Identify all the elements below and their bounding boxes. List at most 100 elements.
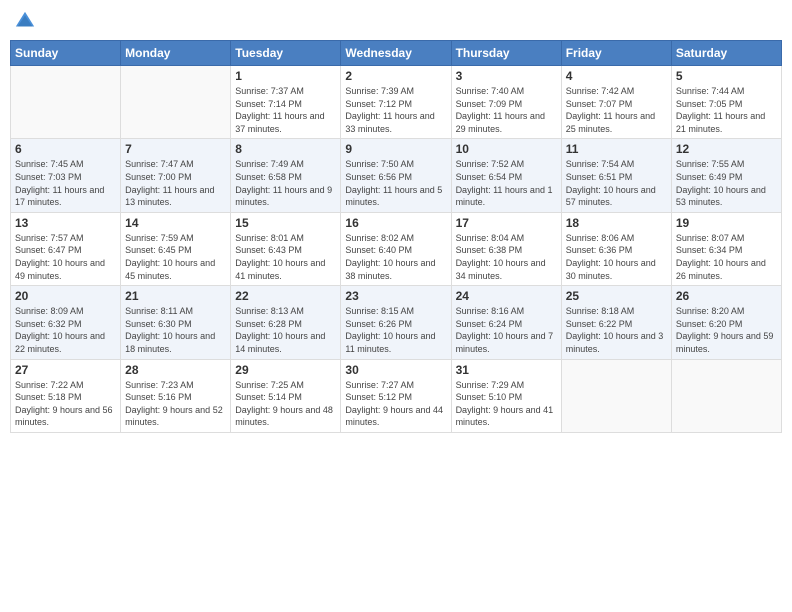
day-number: 30 xyxy=(345,363,446,377)
calendar-week-row: 27 Sunrise: 7:22 AMSunset: 5:18 PMDayligh… xyxy=(11,359,782,432)
day-number: 31 xyxy=(456,363,557,377)
day-number: 19 xyxy=(676,216,777,230)
day-info: Sunrise: 8:15 AMSunset: 6:26 PMDaylight:… xyxy=(345,305,446,355)
day-number: 15 xyxy=(235,216,336,230)
day-number: 22 xyxy=(235,289,336,303)
day-info: Sunrise: 7:44 AMSunset: 7:05 PMDaylight:… xyxy=(676,85,777,135)
table-row: 14 Sunrise: 7:59 AMSunset: 6:45 PMDayligh… xyxy=(121,212,231,285)
day-info: Sunrise: 7:40 AMSunset: 7:09 PMDaylight:… xyxy=(456,85,557,135)
day-info: Sunrise: 7:49 AMSunset: 6:58 PMDaylight:… xyxy=(235,158,336,208)
day-info: Sunrise: 8:18 AMSunset: 6:22 PMDaylight:… xyxy=(566,305,667,355)
table-row: 30 Sunrise: 7:27 AMSunset: 5:12 PMDayligh… xyxy=(341,359,451,432)
day-number: 4 xyxy=(566,69,667,83)
table-row: 20Sunrise: 8:09 AMSunset: 6:32 PMDayligh… xyxy=(11,286,121,359)
header-wednesday: Wednesday xyxy=(341,41,451,66)
table-row: 3 Sunrise: 7:40 AMSunset: 7:09 PMDaylight… xyxy=(451,66,561,139)
calendar-header-row: Sunday Monday Tuesday Wednesday Thursday… xyxy=(11,41,782,66)
day-info: Sunrise: 7:25 AMSunset: 5:14 PMDaylight:… xyxy=(235,379,336,429)
day-info: Sunrise: 8:11 AMSunset: 6:30 PMDaylight:… xyxy=(125,305,226,355)
day-number: 16 xyxy=(345,216,446,230)
day-info: Sunrise: 8:01 AMSunset: 6:43 PMDaylight:… xyxy=(235,232,336,282)
table-row: 16 Sunrise: 8:02 AMSunset: 6:40 PMDayligh… xyxy=(341,212,451,285)
day-number: 13 xyxy=(15,216,116,230)
table-row: 27 Sunrise: 7:22 AMSunset: 5:18 PMDayligh… xyxy=(11,359,121,432)
table-row: 15 Sunrise: 8:01 AMSunset: 6:43 PMDayligh… xyxy=(231,212,341,285)
table-row: 4 Sunrise: 7:42 AMSunset: 7:07 PMDaylight… xyxy=(561,66,671,139)
day-number: 14 xyxy=(125,216,226,230)
day-info: Sunrise: 7:50 AMSunset: 6:56 PMDaylight:… xyxy=(345,158,446,208)
table-row: 2Sunrise: 7:39 AMSunset: 7:12 PMDaylight… xyxy=(341,66,451,139)
day-number: 29 xyxy=(235,363,336,377)
header-sunday: Sunday xyxy=(11,41,121,66)
calendar-week-row: 13 Sunrise: 7:57 AMSunset: 6:47 PMDayligh… xyxy=(11,212,782,285)
logo xyxy=(14,10,40,32)
logo-icon xyxy=(14,10,36,32)
table-row: 25 Sunrise: 8:18 AMSunset: 6:22 PMDayligh… xyxy=(561,286,671,359)
day-info: Sunrise: 7:59 AMSunset: 6:45 PMDaylight:… xyxy=(125,232,226,282)
table-row: 8 Sunrise: 7:49 AMSunset: 6:58 PMDaylight… xyxy=(231,139,341,212)
calendar-week-row: 6 Sunrise: 7:45 AMSunset: 7:03 PMDaylight… xyxy=(11,139,782,212)
header-monday: Monday xyxy=(121,41,231,66)
day-number: 11 xyxy=(566,142,667,156)
day-info: Sunrise: 7:55 AMSunset: 6:49 PMDaylight:… xyxy=(676,158,777,208)
day-number: 2 xyxy=(345,69,446,83)
page-header xyxy=(10,10,782,32)
table-row: 29 Sunrise: 7:25 AMSunset: 5:14 PMDayligh… xyxy=(231,359,341,432)
day-number: 1 xyxy=(235,69,336,83)
day-info: Sunrise: 7:37 AMSunset: 7:14 PMDaylight:… xyxy=(235,85,336,135)
table-row xyxy=(671,359,781,432)
day-number: 28 xyxy=(125,363,226,377)
table-row: 26Sunrise: 8:20 AMSunset: 6:20 PMDayligh… xyxy=(671,286,781,359)
day-number: 9 xyxy=(345,142,446,156)
day-number: 20 xyxy=(15,289,116,303)
table-row: 1 Sunrise: 7:37 AMSunset: 7:14 PMDaylight… xyxy=(231,66,341,139)
table-row: 18 Sunrise: 8:06 AMSunset: 6:36 PMDayligh… xyxy=(561,212,671,285)
header-friday: Friday xyxy=(561,41,671,66)
day-info: Sunrise: 7:45 AMSunset: 7:03 PMDaylight:… xyxy=(15,158,116,208)
day-info: Sunrise: 7:57 AMSunset: 6:47 PMDaylight:… xyxy=(15,232,116,282)
day-number: 8 xyxy=(235,142,336,156)
day-info: Sunrise: 7:22 AMSunset: 5:18 PMDaylight:… xyxy=(15,379,116,429)
day-info: Sunrise: 8:16 AMSunset: 6:24 PMDaylight:… xyxy=(456,305,557,355)
table-row: 23 Sunrise: 8:15 AMSunset: 6:26 PMDayligh… xyxy=(341,286,451,359)
day-info: Sunrise: 7:47 AMSunset: 7:00 PMDaylight:… xyxy=(125,158,226,208)
day-info: Sunrise: 8:04 AMSunset: 6:38 PMDaylight:… xyxy=(456,232,557,282)
day-number: 6 xyxy=(15,142,116,156)
day-number: 26 xyxy=(676,289,777,303)
table-row xyxy=(11,66,121,139)
calendar-week-row: 20Sunrise: 8:09 AMSunset: 6:32 PMDayligh… xyxy=(11,286,782,359)
table-row: 7 Sunrise: 7:47 AMSunset: 7:00 PMDaylight… xyxy=(121,139,231,212)
day-number: 17 xyxy=(456,216,557,230)
table-row: 28 Sunrise: 7:23 AMSunset: 5:16 PMDayligh… xyxy=(121,359,231,432)
header-saturday: Saturday xyxy=(671,41,781,66)
day-info: Sunrise: 8:02 AMSunset: 6:40 PMDaylight:… xyxy=(345,232,446,282)
table-row xyxy=(561,359,671,432)
table-row: 19Sunrise: 8:07 AMSunset: 6:34 PMDayligh… xyxy=(671,212,781,285)
table-row: 5Sunrise: 7:44 AMSunset: 7:05 PMDaylight… xyxy=(671,66,781,139)
day-info: Sunrise: 7:42 AMSunset: 7:07 PMDaylight:… xyxy=(566,85,667,135)
day-number: 23 xyxy=(345,289,446,303)
day-number: 10 xyxy=(456,142,557,156)
day-number: 25 xyxy=(566,289,667,303)
day-info: Sunrise: 8:06 AMSunset: 6:36 PMDaylight:… xyxy=(566,232,667,282)
day-info: Sunrise: 8:13 AMSunset: 6:28 PMDaylight:… xyxy=(235,305,336,355)
day-number: 27 xyxy=(15,363,116,377)
calendar-week-row: 1 Sunrise: 7:37 AMSunset: 7:14 PMDaylight… xyxy=(11,66,782,139)
table-row: 13 Sunrise: 7:57 AMSunset: 6:47 PMDayligh… xyxy=(11,212,121,285)
day-info: Sunrise: 7:54 AMSunset: 6:51 PMDaylight:… xyxy=(566,158,667,208)
table-row: 21Sunrise: 8:11 AMSunset: 6:30 PMDayligh… xyxy=(121,286,231,359)
table-row: 9 Sunrise: 7:50 AMSunset: 6:56 PMDaylight… xyxy=(341,139,451,212)
table-row: 11 Sunrise: 7:54 AMSunset: 6:51 PMDayligh… xyxy=(561,139,671,212)
header-tuesday: Tuesday xyxy=(231,41,341,66)
day-number: 7 xyxy=(125,142,226,156)
table-row: 24 Sunrise: 8:16 AMSunset: 6:24 PMDayligh… xyxy=(451,286,561,359)
day-info: Sunrise: 7:23 AMSunset: 5:16 PMDaylight:… xyxy=(125,379,226,429)
day-number: 12 xyxy=(676,142,777,156)
day-info: Sunrise: 7:27 AMSunset: 5:12 PMDaylight:… xyxy=(345,379,446,429)
table-row: 31Sunrise: 7:29 AMSunset: 5:10 PMDayligh… xyxy=(451,359,561,432)
table-row: 6 Sunrise: 7:45 AMSunset: 7:03 PMDaylight… xyxy=(11,139,121,212)
day-number: 24 xyxy=(456,289,557,303)
day-info: Sunrise: 7:52 AMSunset: 6:54 PMDaylight:… xyxy=(456,158,557,208)
day-number: 3 xyxy=(456,69,557,83)
day-number: 18 xyxy=(566,216,667,230)
